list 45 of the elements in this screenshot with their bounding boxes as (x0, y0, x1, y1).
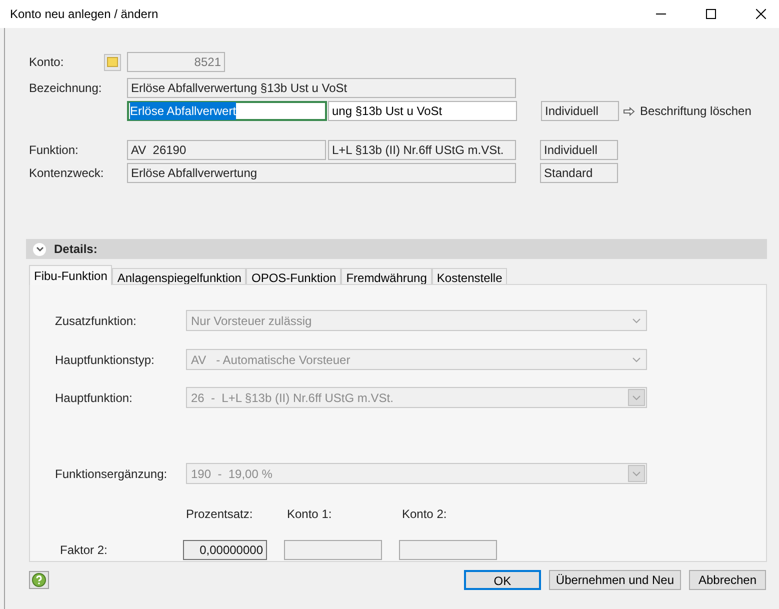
field-label: Faktor 2: (59, 542, 108, 559)
section-title: Details: (54, 241, 98, 258)
tab[interactable]: Kostenstelle (432, 268, 508, 285)
field-label: Funktionsergänzung: (54, 466, 168, 482)
column-label: Konto 1: (287, 506, 333, 523)
chevron-icon (628, 389, 645, 406)
purpose-field: Erlöse Abfallverwertung (127, 163, 516, 183)
tab[interactable]: Anlagenspiegelfunktion (112, 268, 246, 285)
description-input[interactable]: Erlöse Abfallverwert (127, 101, 327, 121)
field-label: Bezeichnung: (29, 80, 103, 97)
field-label: Konto: (29, 54, 65, 71)
tab[interactable]: Fibu-Funktion (29, 265, 112, 285)
window-title: Konto neu anlegen / ändern (10, 6, 158, 23)
tab[interactable]: OPOS-Funktion (246, 268, 342, 285)
mode-field: Individuell (540, 140, 618, 160)
chevron-icon (632, 318, 641, 324)
column-label: Prozentsatz: (186, 506, 254, 523)
chevron-icon (628, 465, 645, 482)
chevron-icon (632, 356, 641, 362)
description-field: Erlöse Abfallverwertung §13b Ust u VoSt (127, 78, 516, 98)
collapse-icon[interactable] (33, 242, 46, 256)
close-icon[interactable] (756, 9, 766, 19)
field-label: Hauptfunktionstyp: (54, 352, 156, 368)
field-label: Zusatzfunktion: (54, 312, 138, 330)
factor-input[interactable]: 0,00000000 (183, 540, 267, 560)
field-label: Funktion: (29, 142, 80, 159)
dialog-button[interactable]: OK (464, 570, 541, 590)
description-input[interactable]: ung §13b Ust u VoSt (328, 101, 517, 121)
dialog-button[interactable]: Übernehmen und Neu (548, 570, 681, 590)
field-label: Kontenzweck: (29, 165, 105, 182)
details-header[interactable]: Details: (26, 239, 767, 259)
factor-input[interactable] (284, 540, 382, 560)
factor-input[interactable] (399, 540, 497, 560)
tab[interactable]: Fremdwährung (341, 268, 432, 285)
function-code-field: AV 26190 (127, 140, 326, 160)
column-label: Konto 2: (402, 506, 448, 523)
mode-field: Standard (540, 163, 618, 183)
account-number-field: 8521 (127, 52, 225, 72)
maximize-icon[interactable] (706, 9, 716, 19)
mode-field: Individuell (541, 101, 619, 121)
arrow-icon (623, 106, 635, 116)
clear-label-link[interactable]: Beschriftung löschen (623, 102, 752, 120)
field-label: Hauptfunktion: (54, 390, 134, 406)
dialog-button[interactable]: Abbrechen (689, 570, 766, 590)
help-icon[interactable] (29, 571, 49, 589)
